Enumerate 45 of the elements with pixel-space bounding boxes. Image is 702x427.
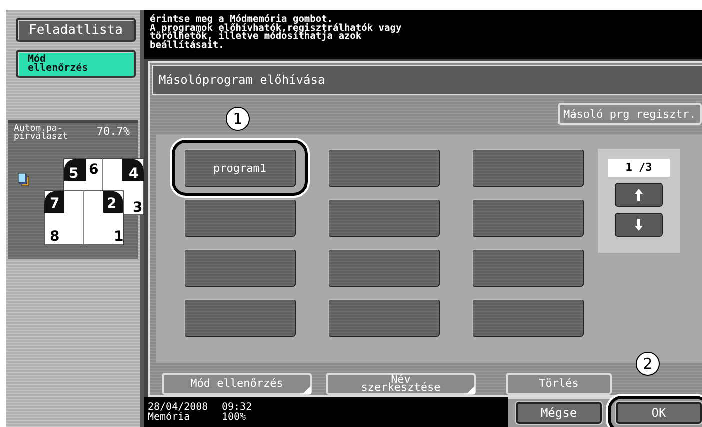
action-button[interactable]: Törlés [506,373,612,396]
empty-program-slot[interactable] [328,199,440,238]
program-button[interactable]: program1 [184,149,296,188]
empty-program-slot[interactable] [472,299,584,338]
empty-program-slot[interactable] [472,199,584,238]
empty-program-slot[interactable] [328,299,440,338]
empty-program-slot[interactable] [184,299,296,338]
dialog-button[interactable]: Mégse [516,402,602,424]
job-list-button[interactable]: Feladatlista [16,18,136,42]
dialog-button[interactable]: OK [616,402,702,424]
dialog-title: Másolóprogram előhívása [152,65,702,96]
scroll-down-button[interactable] [615,213,663,238]
empty-program-slot[interactable] [472,149,584,188]
corner-triangle-icon [467,386,475,394]
zoom-ratio: 70.7% [96,125,130,138]
page-number: 8 [50,229,60,245]
status-date: 28/04/2008 [148,403,210,414]
action-button[interactable]: Mód ellenőrzés [162,373,312,396]
page-number: 2 [107,196,117,212]
page-number: 3 [133,200,143,216]
page-number: 7 [50,196,60,212]
status-time: 09:32 [222,403,254,414]
empty-program-slot[interactable] [328,249,440,288]
empty-program-slot[interactable] [184,199,296,238]
paper-select-label: Autom.pa- pírválaszt [14,125,68,141]
page-number: 1 [114,229,124,245]
corner-triangle-icon [303,386,311,394]
copies-icon [18,173,30,187]
page-number: 5 [69,166,79,182]
memory-label: Memória [148,413,192,424]
page-indicator: 1 /3 [608,159,670,178]
mode-check-button[interactable]: Mód ellenőrzés [16,50,136,78]
action-button[interactable]: Név szerkesztése [326,373,476,396]
down-arrow-icon [635,219,643,232]
empty-program-slot[interactable] [328,149,440,188]
empty-program-slot[interactable] [184,249,296,288]
page-number: 6 [89,162,99,178]
register-program-button[interactable]: Másoló prg regisztr. [558,103,702,126]
callout-number: 1 [226,107,250,132]
page-number: 4 [129,166,139,182]
instruction-message: érintse meg a Módmemória gombot. A programok előhívhatók,regisztrálhatók vagy törölhetők, illetve módosíthatja azok beállításait. [144,10,702,60]
up-arrow-icon [635,189,643,202]
memory-value: 100% [222,413,248,424]
empty-program-slot[interactable] [472,249,584,288]
scroll-up-button[interactable] [615,183,663,208]
